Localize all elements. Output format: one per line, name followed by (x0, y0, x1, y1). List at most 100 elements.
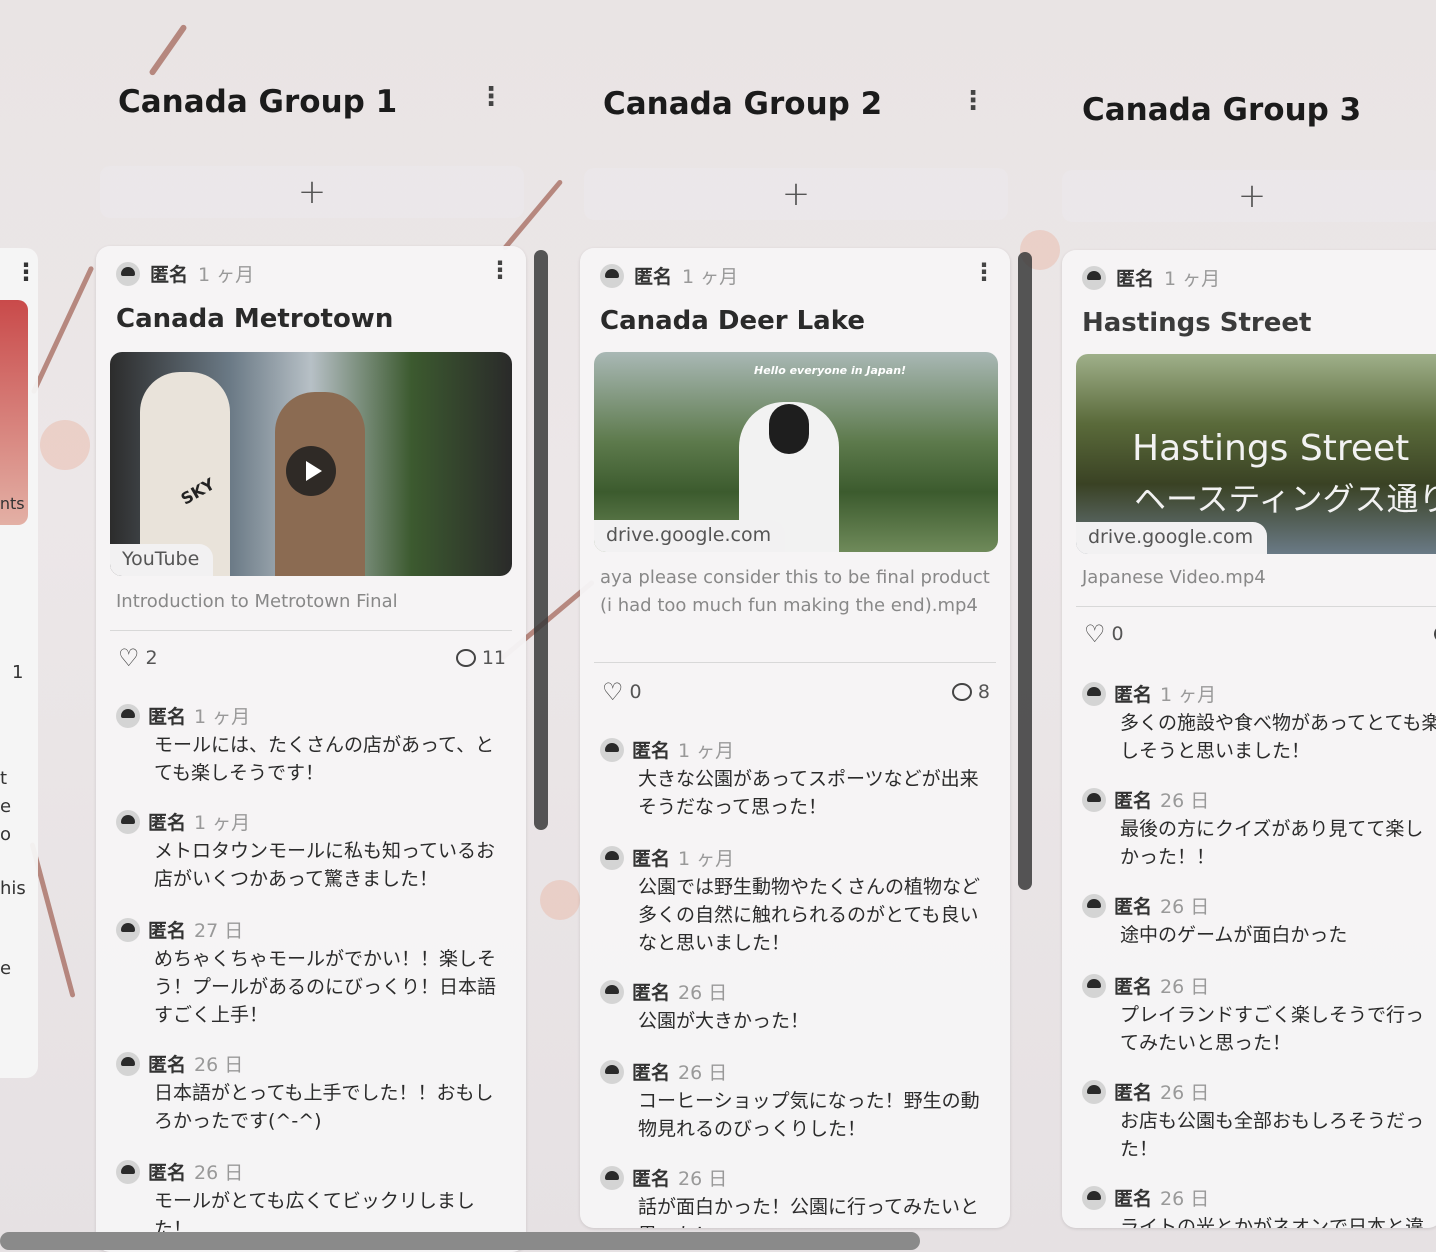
avatar (1082, 787, 1106, 812)
comment-time: 1 ヶ月 (678, 848, 735, 870)
comment-author: 匿名 (1114, 684, 1153, 706)
comment-author: 匿名 (1114, 1082, 1153, 1104)
post-author: 匿名 (150, 264, 189, 286)
comment-item: 匿名 1 ヶ月 多くの施設や食べ物があってとても楽しそうと思いました！ (1082, 680, 1436, 765)
comment-time: 26 日 (1160, 1082, 1210, 1104)
column-title: Canada Group 2 (603, 86, 883, 122)
post-card[interactable]: 匿名 1 ヶ月 Hastings Street Hastings Street … (1062, 250, 1436, 1228)
avatar (600, 845, 624, 870)
post-card[interactable]: 匿名 1 ヶ月 ⋮ Canada Metrotown SKY YouTube I… (96, 246, 526, 1252)
post-title[interactable]: Canada Metrotown (116, 304, 393, 334)
post-title[interactable]: Hastings Street (1082, 308, 1311, 338)
column-menu-icon[interactable]: ⋮ (960, 86, 986, 116)
like-button[interactable]: ♡ 0 (602, 680, 642, 704)
post-menu-icon[interactable]: ⋮ (488, 256, 512, 284)
video-thumbnail[interactable]: Hastings Street ヘースティングス通り drive.google.… (1076, 354, 1436, 554)
partial-media (0, 300, 28, 525)
post-stats: ♡ 2 11 (118, 646, 506, 670)
card-menu-icon[interactable]: ⋮ (14, 258, 38, 286)
comment-author: 匿名 (148, 812, 187, 834)
comment-button[interactable]: 11 (455, 647, 506, 669)
post-header: 匿名 1 ヶ月 (600, 262, 738, 289)
comment-count: 11 (481, 647, 506, 669)
comment-author: 匿名 (632, 1168, 671, 1190)
avatar (116, 1051, 140, 1076)
post-stats: ♡ 0 (1084, 622, 1436, 646)
like-count: 0 (1111, 623, 1124, 645)
partial-label: ents (0, 494, 25, 513)
column-scrollbar[interactable] (1018, 252, 1032, 890)
comment-author: 匿名 (148, 920, 187, 942)
comment-text: 話が面白かった！公園に行ってみたいと思った！ (638, 1196, 980, 1228)
comment-item: 匿名 27 日 めちゃくちゃモールがでかい！！楽しそう！プールがあるのにびっくり！… (116, 916, 512, 1029)
add-post-button[interactable]: + (1062, 170, 1436, 222)
post-time: 1 ヶ月 (198, 264, 255, 286)
column-scrollbar[interactable] (534, 250, 548, 830)
comment-item: 匿名 26 日 最後の方にクイズがあり見てて楽しかった！！ (1082, 786, 1436, 871)
video-thumbnail[interactable]: SKY YouTube (110, 352, 512, 576)
post-caption: Introduction to Metrotown Final (116, 591, 398, 612)
comment-text: 最後の方にクイズがあり見てて楽しかった！！ (1120, 818, 1424, 868)
post-title[interactable]: Canada Deer Lake (600, 306, 865, 336)
comment-text: 多くの施設や食べ物があってとても楽しそうと思いました！ (1120, 712, 1436, 762)
comment-item: 匿名 26 日 ライトの光とかがネオンで日本と違う (1082, 1184, 1436, 1228)
comment-author: 匿名 (632, 982, 671, 1004)
background-branch (30, 265, 95, 395)
media-source: drive.google.com (594, 520, 786, 552)
avatar (116, 703, 140, 728)
post-time: 1 ヶ月 (682, 266, 739, 288)
avatar (116, 261, 140, 286)
plus-icon: + (297, 172, 327, 212)
comment-time: 26 日 (194, 1054, 244, 1076)
post-header: 匿名 1 ヶ月 (116, 260, 254, 287)
like-button[interactable]: ♡ 2 (118, 646, 158, 670)
heart-icon: ♡ (602, 678, 624, 706)
post-card[interactable]: 匿名 1 ヶ月 ⋮ Canada Deer Lake Hello everyon… (580, 248, 1010, 1228)
horizontal-scrollbar[interactable] (0, 1232, 920, 1250)
comment-time: 26 日 (1160, 790, 1210, 812)
comment-time: 1 ヶ月 (678, 740, 735, 762)
partial-card-left[interactable]: ⋮ ents 1 t e o his e (0, 248, 38, 1078)
comment-text: お店も公園も全部おもしろそうだった！ (1120, 1110, 1425, 1160)
comment-button[interactable]: 8 (951, 681, 990, 703)
partial-text: e (0, 958, 12, 979)
avatar (600, 737, 624, 762)
like-count: 2 (145, 647, 158, 669)
avatar (600, 1165, 624, 1190)
thumbnail-text: Hastings Street (1132, 428, 1410, 469)
play-icon[interactable] (286, 446, 336, 496)
thumbnail-face (769, 404, 809, 454)
background-blossom (40, 420, 90, 470)
comment-item: 匿名 26 日 お店も公園も全部おもしろそうだった！ (1082, 1078, 1436, 1163)
comment-time: 26 日 (1160, 896, 1210, 918)
column-menu-icon[interactable]: ⋮ (478, 82, 504, 112)
comment-item: 匿名 1 ヶ月 モールには、たくさんの店があって、とても楽しそうです！ (116, 702, 512, 787)
like-button[interactable]: ♡ 0 (1084, 622, 1124, 646)
column-title: Canada Group 3 (1082, 92, 1362, 128)
divider (594, 662, 996, 663)
comment-count: 8 (977, 681, 990, 703)
plus-icon: + (1237, 176, 1267, 216)
background-blossom (540, 880, 580, 920)
comment-time: 26 日 (1160, 976, 1210, 998)
post-menu-icon[interactable]: ⋮ (972, 258, 996, 286)
video-thumbnail[interactable]: Hello everyone in Japan! drive.google.co… (594, 352, 998, 552)
add-post-button[interactable]: + (584, 168, 1008, 220)
avatar (116, 809, 140, 834)
comment-author: 匿名 (148, 1054, 187, 1076)
add-post-button[interactable]: + (100, 166, 524, 218)
comment-time: 26 日 (678, 1062, 728, 1084)
column-title: Canada Group 1 (118, 84, 398, 120)
comment-text: プレイランドすごく楽しそうで行ってみたいと思った！ (1120, 1004, 1425, 1054)
comment-text: めちゃくちゃモールがでかい！！楽しそう！プールがあるのにびっくり！日本語すごく上… (154, 948, 497, 1026)
comment-author: 匿名 (632, 740, 671, 762)
partial-text: e (0, 796, 12, 817)
background-branch (148, 23, 188, 77)
avatar (600, 979, 624, 1004)
comment-text: 公園では野生動物やたくさんの植物など多くの自然に触れられるのがとても良いなと思い… (638, 876, 981, 954)
comment-author: 匿名 (632, 1062, 671, 1084)
thumbnail-text: Hello everyone in Japan! (754, 364, 907, 377)
comment-time: 26 日 (1160, 1188, 1210, 1210)
comment-item: 匿名 1 ヶ月 公園では野生動物やたくさんの植物など多くの自然に触れられるのがとて… (600, 844, 996, 957)
comment-author: 匿名 (1114, 1188, 1153, 1210)
